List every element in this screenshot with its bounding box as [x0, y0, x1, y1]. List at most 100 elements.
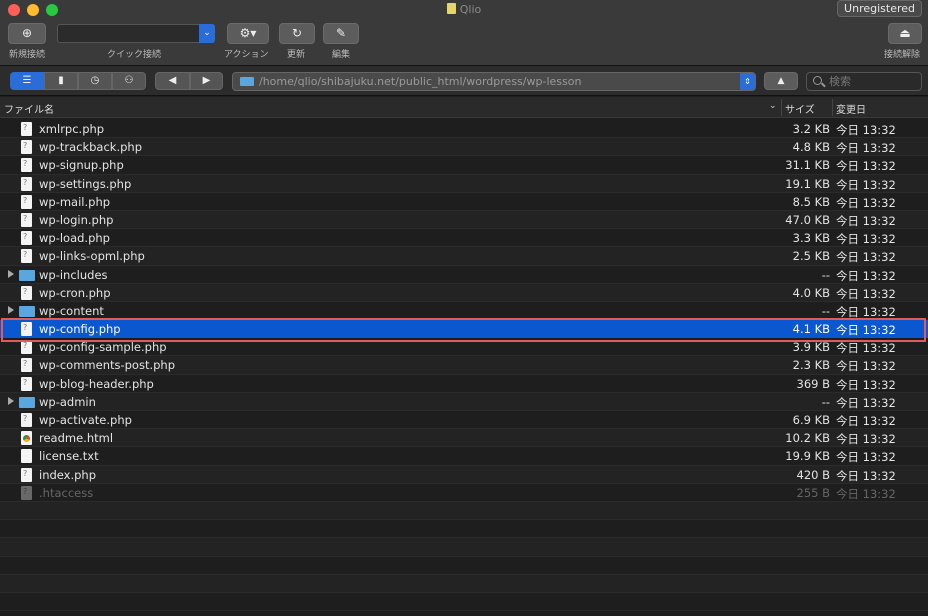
file-name: wp-login.php — [39, 212, 114, 227]
file-size: 47.0 KB — [785, 212, 830, 227]
quick-connect-label: クイック接続 — [107, 50, 162, 60]
file-name: wp-content — [39, 303, 104, 318]
file-date: 今日 13:32 — [836, 159, 896, 174]
file-name: wp-activate.php — [39, 413, 132, 427]
file-row[interactable]: readme.html 10.2 KB 今日 13:32 — [0, 429, 928, 448]
bookmark-view-button[interactable]: ▮ — [44, 72, 78, 90]
new-connection-button[interactable]: ⊕ — [8, 23, 46, 44]
file-size: 6.9 KB — [792, 413, 830, 427]
file-row[interactable]: wp-config.php 4.1 KB 今日 13:32 — [0, 320, 928, 339]
folder-row[interactable]: wp-content -- 今日 13:32 — [0, 302, 928, 321]
search-input[interactable]: 検索 — [806, 72, 922, 91]
file-row[interactable]: wp-trackback.php 4.8 KB 今日 13:32 — [0, 138, 928, 157]
empty-row — [0, 557, 928, 575]
text-file-icon — [21, 449, 32, 464]
forward-button[interactable]: ▶ — [190, 72, 223, 90]
file-size: 4.1 KB — [792, 322, 830, 337]
quick-connect-combo[interactable]: ⌄ — [57, 24, 215, 43]
file-row[interactable]: .htaccess 255 B 今日 13:32 — [0, 484, 928, 502]
file-size: 31.1 KB — [785, 158, 830, 173]
folder-icon — [240, 77, 254, 86]
path-selector[interactable]: /home/qlio/shibajuku.net/public_html/wor… — [232, 72, 756, 91]
file-row[interactable]: license.txt 19.9 KB 今日 13:32 — [0, 447, 928, 466]
sort-chevron-icon[interactable]: ⌄ — [769, 101, 777, 111]
file-size: 3.9 KB — [792, 340, 830, 355]
file-row[interactable]: wp-comments-post.php 2.3 KB 今日 13:32 — [0, 356, 928, 375]
php-file-icon — [21, 485, 32, 500]
file-name: readme.html — [39, 431, 114, 446]
disconnect-button[interactable]: ⏏ — [888, 23, 922, 44]
file-size: 369 B — [796, 376, 831, 391]
file-name: wp-config.php — [39, 322, 121, 337]
outline-view-button[interactable]: ☰ — [10, 72, 44, 90]
file-name: wp-settings.php — [39, 176, 132, 191]
disclosure-triangle-icon[interactable] — [8, 305, 14, 314]
disclosure-triangle-icon[interactable] — [8, 396, 14, 405]
chevron-down-icon[interactable]: ⌄ — [199, 24, 215, 43]
php-file-icon — [21, 467, 32, 482]
arrow-right-icon: ▶ — [202, 75, 211, 86]
file-size: 2.3 KB — [792, 358, 830, 373]
action-button[interactable]: ⚙▾ — [227, 23, 269, 44]
column-size-header[interactable]: サイズ — [785, 101, 815, 116]
file-row[interactable]: wp-cron.php 4.0 KB 今日 13:32 — [0, 283, 928, 302]
clock-icon: ◷ — [90, 75, 100, 86]
parent-directory-button[interactable]: ▲ — [764, 72, 798, 90]
globe-plus-icon: ⊕ — [21, 26, 33, 40]
php-file-icon — [21, 376, 32, 391]
folder-row[interactable]: wp-admin -- 今日 13:32 — [0, 392, 928, 411]
file-row[interactable]: wp-links-opml.php 2.5 KB 今日 13:32 — [0, 247, 928, 266]
search-icon — [813, 76, 822, 85]
file-list: xmlrpc.php3.2 KB今日 13:32wp-trackback.php… — [0, 120, 928, 616]
file-row[interactable]: wp-activate.php 6.9 KB 今日 13:32 — [0, 411, 928, 430]
file-date: 今日 13:32 — [836, 123, 896, 137]
folder-icon — [19, 305, 35, 317]
php-file-icon — [21, 140, 32, 155]
column-divider[interactable] — [832, 99, 833, 116]
column-modified-header[interactable]: 変更日 — [836, 101, 866, 116]
file-size: -- — [821, 303, 830, 318]
action-label: アクション — [224, 50, 269, 60]
back-button[interactable]: ◀ — [155, 72, 190, 90]
file-size: 19.1 KB — [785, 176, 830, 191]
navigation-bar: ☰ ▮ ◷ ⚇ ◀ ▶ /home/qlio/shibajuku.net/pub… — [0, 66, 928, 96]
file-name: wp-comments-post.php — [39, 358, 176, 373]
php-file-icon — [21, 249, 32, 264]
eject-icon: ⏏ — [899, 26, 911, 40]
file-size: 8.5 KB — [792, 194, 830, 209]
history-view-button[interactable]: ◷ — [78, 72, 112, 90]
html-file-icon — [21, 431, 32, 446]
file-row[interactable]: wp-load.php 3.3 KB 今日 13:32 — [0, 229, 928, 248]
file-row[interactable]: wp-login.php 47.0 KB 今日 13:32 — [0, 210, 928, 230]
file-date: 今日 13:32 — [836, 141, 896, 156]
column-divider[interactable] — [781, 99, 782, 116]
file-row[interactable]: wp-settings.php 19.1 KB 今日 13:32 — [0, 174, 928, 193]
file-row[interactable]: wp-config-sample.php 3.9 KB 今日 13:32 — [0, 338, 928, 357]
refresh-button[interactable]: ↻ — [279, 23, 315, 44]
file-size: -- — [821, 394, 830, 409]
php-file-icon — [21, 413, 32, 427]
folder-row[interactable]: wp-includes -- 今日 13:32 — [0, 266, 928, 284]
file-row[interactable]: wp-mail.php 8.5 KB 今日 13:32 — [0, 193, 928, 211]
unregistered-button[interactable]: Unregistered — [837, 0, 922, 17]
file-date: 今日 13:32 — [836, 195, 896, 210]
bonjour-view-button[interactable]: ⚇ — [112, 72, 146, 90]
chevron-updown-icon[interactable]: ⇕ — [740, 73, 755, 90]
arrow-left-icon: ◀ — [168, 75, 177, 86]
file-date: 今日 13:32 — [836, 395, 896, 410]
file-date: 今日 13:32 — [836, 250, 896, 265]
file-row[interactable]: wp-signup.php 31.1 KB 今日 13:32 — [0, 156, 928, 175]
file-row[interactable]: wp-blog-header.php 369 B 今日 13:32 — [0, 375, 928, 393]
column-name-header[interactable]: ファイル名 — [4, 101, 54, 116]
edit-button[interactable]: ✎ — [323, 23, 359, 44]
window-toolbar: Qlio Unregistered ⊕ 新規接続 ⌄ クイック接続 ⚙▾ アクシ… — [0, 0, 928, 66]
file-name: .htaccess — [39, 485, 94, 500]
file-name: index.php — [39, 467, 97, 482]
file-name: wp-config-sample.php — [39, 340, 167, 355]
php-file-icon — [21, 340, 32, 355]
file-name: wp-signup.php — [39, 158, 124, 173]
file-row[interactable]: index.php 420 B 今日 13:32 — [0, 465, 928, 484]
disclosure-triangle-icon[interactable] — [8, 269, 14, 278]
file-name: wp-mail.php — [39, 194, 111, 209]
file-row[interactable]: xmlrpc.php 3.2 KB 今日 13:32 — [0, 120, 928, 139]
